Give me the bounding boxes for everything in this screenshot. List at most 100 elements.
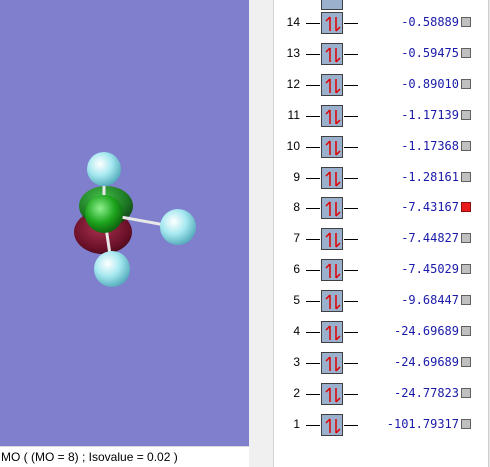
mo-row[interactable]: 8 -7.43167: [274, 197, 487, 219]
level-line-left: [306, 363, 320, 364]
mo-row[interactable]: 1 -101.79317: [274, 414, 487, 436]
mo-row[interactable]: 9 -1.28161: [274, 167, 487, 189]
panel-splitter[interactable]: [249, 0, 273, 467]
mo-energy: -9.68447: [401, 293, 459, 307]
mo-checkbox[interactable]: [461, 388, 471, 398]
level-line-right: [344, 239, 358, 240]
mo-checkbox[interactable]: [461, 141, 471, 151]
mo-index: 14: [286, 15, 300, 29]
level-line-left: [306, 23, 320, 24]
mo-index: 3: [293, 355, 300, 369]
level-line-right: [344, 116, 358, 117]
spin-pair-arrows-icon: [321, 197, 343, 219]
mo-index: 5: [293, 293, 300, 307]
status-bar: MO ( (MO = 8) ; Isovalue = 0.02 ): [0, 446, 249, 467]
level-line-left: [306, 394, 320, 395]
mo-index: 8: [293, 200, 300, 214]
mo-row[interactable]: 10 -1.17368: [274, 136, 487, 158]
mo-checkbox[interactable]: [461, 357, 471, 367]
spin-pair-arrows-icon: [321, 414, 343, 436]
molecule-viewport[interactable]: [0, 0, 249, 446]
mo-row[interactable]: 11 -1.17139: [274, 105, 487, 127]
level-line-left: [306, 270, 320, 271]
mo-index: 9: [293, 170, 300, 184]
mo-energy: -24.77823: [393, 386, 459, 400]
mo-energy: -24.69689: [393, 355, 459, 369]
hydrogen-atom-upper: [87, 152, 121, 186]
mo-energy: -0.89010: [401, 77, 459, 91]
spin-pair-arrows-icon: [321, 12, 343, 34]
mo-energy: -7.44827: [401, 231, 459, 245]
spin-pair-arrows-icon: [321, 0, 343, 10]
spin-pair-arrows-icon: [321, 74, 343, 96]
spin-pair-arrows-icon: [321, 259, 343, 281]
level-line-left: [306, 239, 320, 240]
mo-energy: -101.79317: [386, 417, 459, 431]
level-line-left: [306, 425, 320, 426]
level-line-left: [306, 208, 320, 209]
mo-index: 1: [293, 417, 300, 431]
spin-pair-arrows-icon: [321, 290, 343, 312]
level-line-right: [344, 332, 358, 333]
level-line-left: [306, 54, 320, 55]
orbital-energy-panel: 14 -0.58889 13 -0.59475 12 -0.89010 11 -1.17139…: [273, 0, 490, 467]
mo-selected-checkbox[interactable]: [461, 202, 471, 212]
mo-checkbox[interactable]: [461, 419, 471, 429]
mo-index: 7: [293, 231, 300, 245]
mo-index: 4: [293, 324, 300, 338]
mo-row[interactable]: 12 -0.89010: [274, 74, 487, 96]
mo-row[interactable]: 6 -7.45029: [274, 259, 487, 281]
hydrogen-atom-right: [160, 209, 196, 245]
level-line-left: [306, 85, 320, 86]
mo-row[interactable]: 14 -0.58889: [274, 12, 487, 34]
hydrogen-atom-lower: [94, 251, 130, 287]
mo-index: 12: [286, 77, 300, 91]
mo-energy: -7.43167: [401, 200, 459, 214]
level-line-right: [344, 54, 358, 55]
mo-checkbox[interactable]: [461, 79, 471, 89]
spin-pair-arrows-icon: [321, 43, 343, 65]
spin-pair-arrows-icon: [321, 228, 343, 250]
level-line-right: [344, 363, 358, 364]
mo-row[interactable]: 2 -24.77823: [274, 383, 487, 405]
mo-index: 13: [286, 46, 300, 60]
mo-checkbox[interactable]: [461, 48, 471, 58]
mo-row-partial: [274, 0, 487, 10]
level-line-right: [344, 394, 358, 395]
mo-checkbox[interactable]: [461, 326, 471, 336]
level-line-left: [306, 301, 320, 302]
level-line-right: [344, 208, 358, 209]
mo-row[interactable]: 7 -7.44827: [274, 228, 487, 250]
level-line-right: [344, 178, 358, 179]
mo-index: 2: [293, 386, 300, 400]
mo-checkbox[interactable]: [461, 264, 471, 274]
mo-checkbox[interactable]: [461, 110, 471, 120]
spin-pair-arrows-icon: [321, 136, 343, 158]
mo-row[interactable]: 13 -0.59475: [274, 43, 487, 65]
level-line-left: [306, 116, 320, 117]
spin-pair-arrows-icon: [321, 167, 343, 189]
level-line-right: [344, 425, 358, 426]
mo-index: 10: [286, 139, 300, 153]
mo-energy: -24.69689: [393, 324, 459, 338]
mo-checkbox[interactable]: [461, 233, 471, 243]
mo-checkbox[interactable]: [461, 17, 471, 27]
mo-row[interactable]: 4 -24.69689: [274, 321, 487, 343]
level-line-left: [306, 178, 320, 179]
mo-checkbox[interactable]: [461, 172, 471, 182]
mo-index: 11: [287, 108, 300, 122]
spin-pair-arrows-icon: [321, 383, 343, 405]
mo-energy: -0.59475: [401, 46, 459, 60]
spin-pair-arrows-icon: [321, 321, 343, 343]
level-line-right: [344, 270, 358, 271]
spin-pair-arrows-icon: [321, 352, 343, 374]
level-line-left: [306, 332, 320, 333]
mo-index: 6: [293, 262, 300, 276]
mo-checkbox[interactable]: [461, 295, 471, 305]
status-text: MO ( (MO = 8) ; Isovalue = 0.02 ): [1, 450, 178, 464]
mo-energy: -1.17139: [401, 108, 459, 122]
mo-row[interactable]: 3 -24.69689: [274, 352, 487, 374]
level-line-right: [344, 23, 358, 24]
mo-energy: -1.28161: [401, 170, 459, 184]
mo-row[interactable]: 5 -9.68447: [274, 290, 487, 312]
